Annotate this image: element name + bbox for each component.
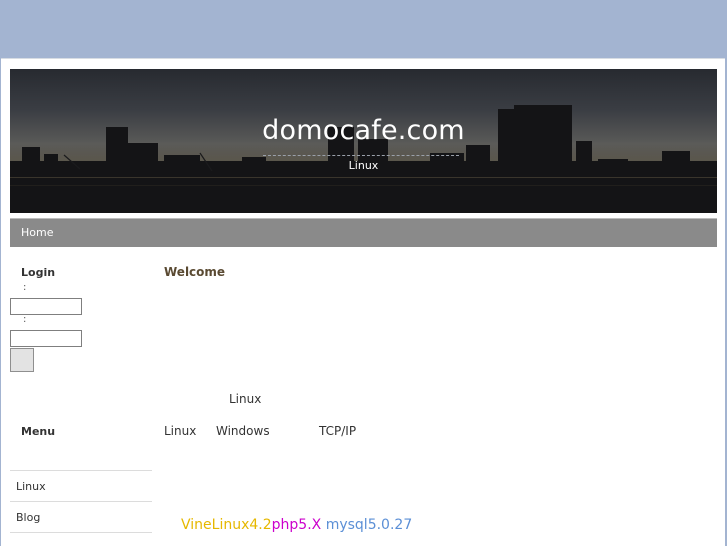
nav-item-home[interactable]: Home (21, 226, 53, 239)
tcpip-label: TCP/IP (319, 424, 357, 438)
sidebar-item-label: Linux (16, 480, 46, 493)
header-banner: domocafe.com Linux (10, 69, 717, 213)
login-heading: Login (21, 266, 56, 279)
menu-divider (10, 532, 152, 534)
windows-label: Windows (216, 424, 270, 438)
welcome-heading: Welcome (164, 265, 226, 279)
login-submit-button[interactable] (10, 348, 34, 372)
vinelinux-text: VineLinux4.2 (181, 517, 272, 533)
username-input[interactable] (10, 298, 82, 315)
sidebar-menu: Linux Blog (10, 470, 152, 534)
tech-stack-line: VineLinux4.2php5.X mysql5.0.27 (181, 517, 412, 533)
main-content: Welcome Linux Linux Windows TCP/IP VineL… (164, 249, 714, 546)
sidebar-item-linux[interactable]: Linux (10, 470, 152, 501)
mysql-text: mysql5.0.27 (325, 517, 413, 533)
title-divider (263, 155, 459, 156)
linux-label: Linux (164, 424, 197, 438)
sidebar-item-label: Blog (16, 511, 41, 524)
linux-text: Linux (229, 392, 262, 406)
nav-bar: Home (10, 218, 717, 247)
sidebar: Login : : Menu Linux Blog (10, 249, 152, 546)
site-title[interactable]: domocafe.com (10, 115, 717, 146)
sidebar-item-blog[interactable]: Blog (10, 501, 152, 532)
menu-heading: Menu (21, 425, 56, 438)
php-text: php5.X (271, 517, 322, 533)
site-subtitle: Linux (348, 159, 379, 172)
password-label: : (23, 314, 27, 325)
password-input[interactable] (10, 330, 82, 347)
page-container: domocafe.com Linux Home Login : : Menu L… (1, 58, 725, 546)
username-label: : (23, 282, 27, 293)
